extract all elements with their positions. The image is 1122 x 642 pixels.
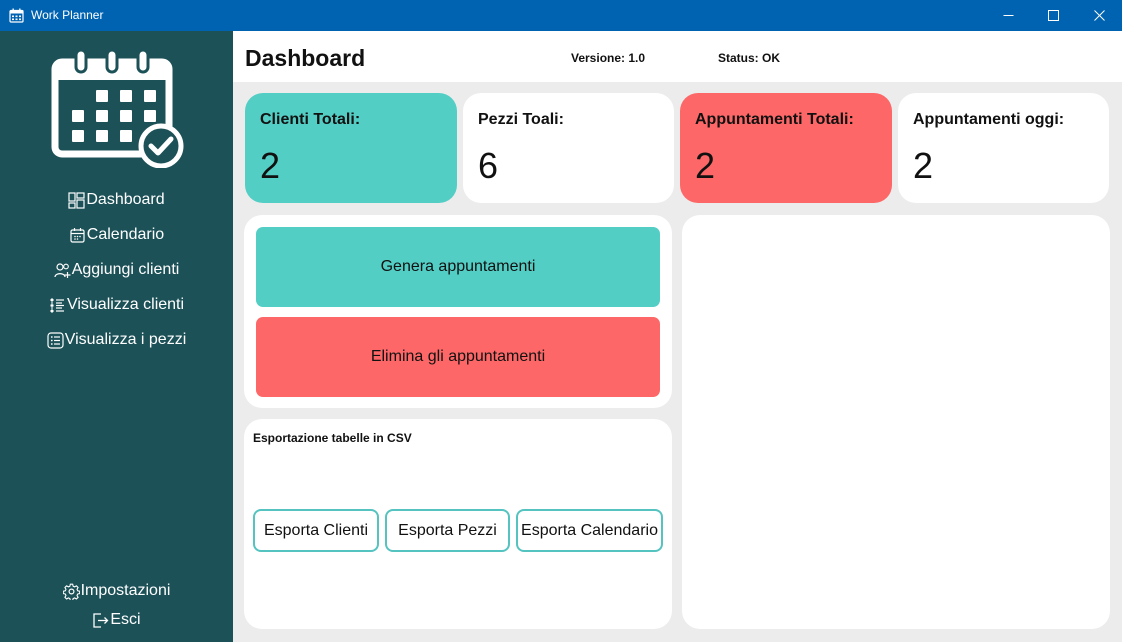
delete-appointments-button[interactable]: Elimina gli appuntamenti	[256, 317, 660, 397]
export-panel: Esportazione tabelle in CSV Esporta Clie…	[244, 419, 672, 629]
right-panel	[682, 215, 1110, 629]
stat-value: 2	[695, 145, 716, 186]
main-content: Dashboard Versione: 1.0 Status: OK Clien…	[233, 31, 1122, 642]
stat-value: 6	[478, 145, 499, 186]
sidebar-item-label: Visualizza clienti	[66, 296, 185, 313]
stat-value: 2	[260, 145, 281, 186]
maximize-icon	[1047, 10, 1059, 21]
sidebar-item-visualizza-pezzi[interactable]: Visualizza i pezzi	[0, 328, 233, 352]
export-clients-button[interactable]: Esporta Clienti	[253, 509, 379, 552]
close-button[interactable]	[1076, 0, 1122, 31]
stat-card-appuntamenti-totali: Appuntamenti Totali: 2	[680, 93, 892, 203]
page-title: Dashboard	[245, 45, 366, 71]
add-user-icon	[54, 262, 71, 278]
stat-card-clienti: Clienti Totali: 2	[245, 93, 457, 203]
calendar-check-icon	[51, 48, 184, 168]
exit-icon	[93, 612, 109, 628]
stat-label: Pezzi Toali:	[478, 111, 564, 128]
minimize-button[interactable]	[985, 0, 1031, 31]
dashboard-grid-icon	[68, 191, 85, 209]
stat-card-pezzi: Pezzi Toali: 6	[463, 93, 674, 203]
sidebar-item-calendario[interactable]: Calendario	[0, 223, 233, 247]
window-title: Work Planner	[31, 8, 104, 22]
sidebar-item-label: Impostazioni	[80, 582, 171, 599]
version-label: Versione: 1.0	[571, 51, 646, 65]
stat-label: Appuntamenti oggi:	[913, 111, 1065, 128]
list-icon	[50, 297, 64, 313]
calendar-icon	[70, 227, 85, 243]
list-box-icon	[47, 331, 64, 349]
close-icon	[1093, 10, 1105, 21]
stat-label: Clienti Totali:	[260, 111, 361, 128]
export-pieces-button[interactable]: Esporta Pezzi	[385, 509, 510, 552]
sidebar-item-label: Dashboard	[86, 191, 165, 208]
title-bar: Work Planner	[0, 0, 1122, 31]
sidebar: Dashboard Calendario Aggiungi clienti Vi…	[0, 31, 233, 642]
sidebar-item-label: Esci	[110, 611, 141, 628]
sidebar-item-visualizza-clienti[interactable]: Visualizza clienti	[0, 293, 233, 317]
stat-label: Appuntamenti Totali:	[695, 111, 854, 128]
header: Dashboard Versione: 1.0 Status: OK	[233, 31, 1122, 82]
minimize-icon	[1003, 15, 1013, 16]
generate-appointments-button[interactable]: Genera appuntamenti	[256, 227, 660, 307]
export-title: Esportazione tabelle in CSV	[253, 431, 412, 445]
sidebar-item-impostazioni[interactable]: Impostazioni	[0, 579, 233, 603]
stat-value: 2	[913, 145, 934, 186]
sidebar-item-esci[interactable]: Esci	[0, 608, 233, 632]
app-calendar-icon	[9, 8, 24, 23]
sidebar-item-label: Aggiungi clienti	[71, 261, 180, 278]
sidebar-item-dashboard[interactable]: Dashboard	[0, 188, 233, 212]
maximize-button[interactable]	[1030, 0, 1076, 31]
actions-panel: Genera appuntamenti Elimina gli appuntam…	[244, 215, 672, 408]
stat-card-appuntamenti-oggi: Appuntamenti oggi: 2	[898, 93, 1109, 203]
export-calendar-button[interactable]: Esporta Calendario	[516, 509, 663, 552]
sidebar-item-label: Calendario	[86, 226, 165, 243]
sidebar-item-aggiungi-clienti[interactable]: Aggiungi clienti	[0, 258, 233, 282]
status-label: Status: OK	[718, 51, 781, 65]
sidebar-item-label: Visualizza i pezzi	[64, 331, 187, 348]
gear-icon	[62, 583, 80, 600]
